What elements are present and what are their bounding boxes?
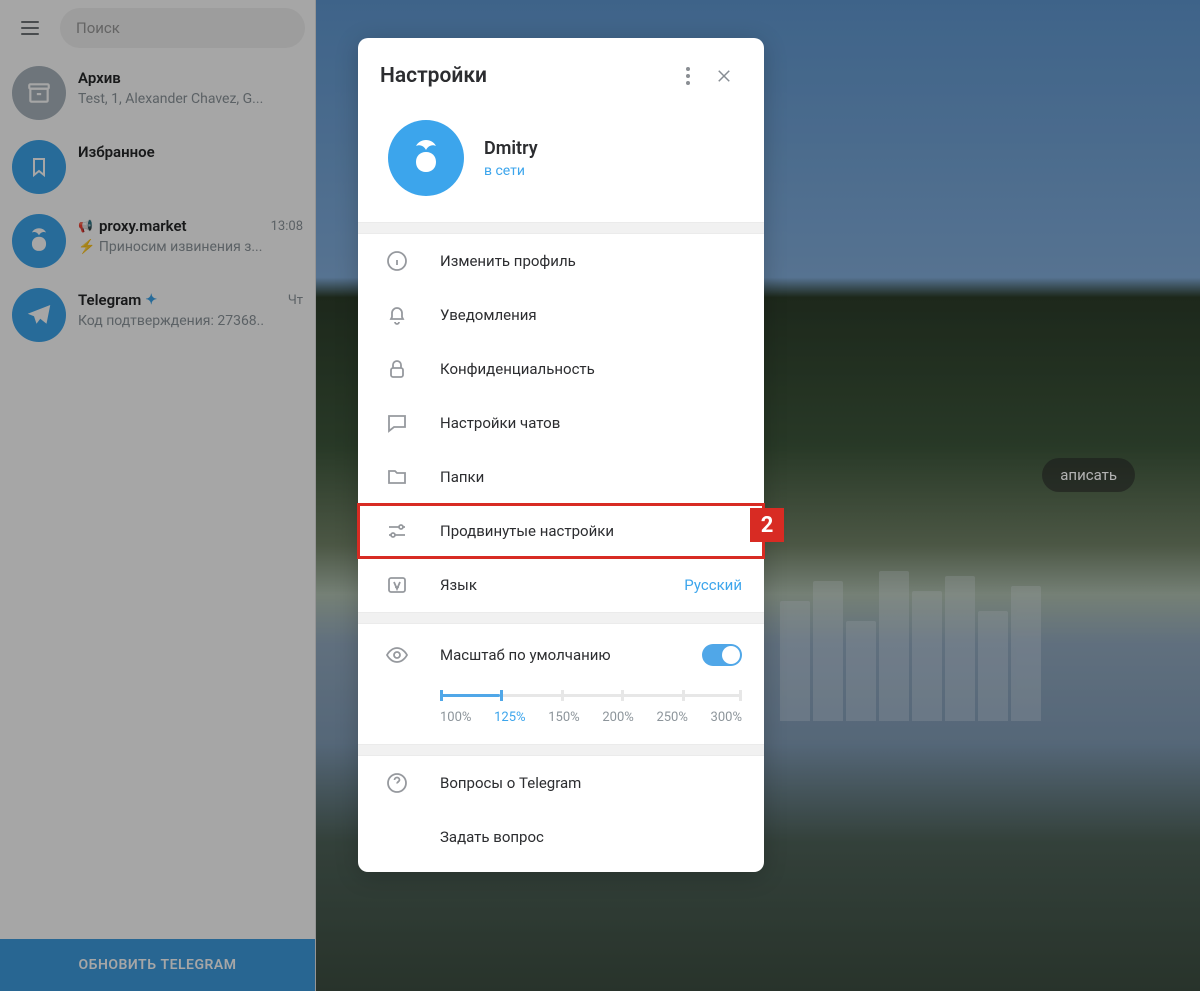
- settings-item-chat-settings[interactable]: Настройки чатов: [358, 396, 764, 450]
- chat-name: 📢proxy.market: [78, 217, 187, 235]
- verified-icon: ✦: [145, 292, 157, 308]
- chat-list: Архив Test, 1, Alexander Chavez, G... Из…: [0, 56, 315, 939]
- lock-icon: [384, 356, 410, 382]
- close-icon: [715, 67, 733, 85]
- chat-item-telegram[interactable]: Telegram ✦ Чт Код подтверждения: 27368..: [0, 278, 315, 352]
- profile-status: в сети: [484, 163, 538, 179]
- chat-icon: [384, 410, 410, 436]
- scale-toggle[interactable]: [702, 644, 742, 666]
- chat-item-archive[interactable]: Архив Test, 1, Alexander Chavez, G...: [0, 56, 315, 130]
- background-image: [780, 561, 1200, 721]
- search-placeholder: Поиск: [76, 19, 120, 37]
- separator: [358, 222, 764, 234]
- sidebar: Поиск Архив Test, 1, Alexander Chavez, G…: [0, 0, 316, 991]
- bookmark-icon: [12, 140, 66, 194]
- language-icon: [384, 572, 410, 598]
- info-icon: [384, 248, 410, 274]
- megaphone-icon: 📢: [78, 219, 93, 233]
- folder-icon: [384, 464, 410, 490]
- scale-slider[interactable]: 100% 125% 150% 200% 250% 300%: [440, 688, 742, 728]
- chat-item-saved[interactable]: Избранное: [0, 130, 315, 204]
- settings-item-ask[interactable]: Задать вопрос: [358, 810, 764, 864]
- settings-item-faq[interactable]: Вопросы о Telegram: [358, 756, 764, 810]
- profile-row[interactable]: Dmitry в сети: [358, 102, 764, 222]
- settings-item-notifications[interactable]: Уведомления: [358, 288, 764, 342]
- scale-labels: 100% 125% 150% 200% 250% 300%: [440, 710, 742, 725]
- update-button[interactable]: ОБНОВИТЬ TELEGRAM: [0, 939, 315, 991]
- settings-item-folders[interactable]: Папки: [358, 450, 764, 504]
- more-button[interactable]: [670, 58, 706, 94]
- chat-preview: ⚡ Приносим извинения з...: [78, 239, 303, 255]
- chat-time: Чт: [288, 293, 303, 308]
- language-value: Русский: [684, 576, 742, 594]
- sliders-icon: [384, 518, 410, 544]
- chat-item-proxy[interactable]: 📢proxy.market 13:08 ⚡ Приносим извинения…: [0, 204, 315, 278]
- profile-name: Dmitry: [484, 138, 538, 159]
- chat-name: Telegram ✦: [78, 291, 157, 309]
- avatar-icon: [12, 214, 66, 268]
- chat-time: 13:08: [271, 219, 303, 234]
- annotation-badge: 2: [750, 508, 784, 542]
- modal-title: Настройки: [380, 64, 670, 88]
- profile-avatar: [388, 120, 464, 196]
- kebab-icon: [686, 67, 690, 85]
- search-input[interactable]: Поиск: [60, 8, 305, 48]
- hamburger-icon: [21, 21, 39, 35]
- telegram-icon: [12, 288, 66, 342]
- chat-preview: Код подтверждения: 27368..: [78, 313, 303, 329]
- bell-icon: [384, 302, 410, 328]
- close-button[interactable]: [706, 58, 742, 94]
- chat-name: Избранное: [78, 143, 155, 161]
- scale-label: Масштаб по умолчанию: [440, 646, 672, 664]
- settings-item-advanced[interactable]: Продвинутые настройки 2: [358, 504, 764, 558]
- question-icon: [384, 770, 410, 796]
- settings-item-edit-profile[interactable]: Изменить профиль: [358, 234, 764, 288]
- menu-button[interactable]: [10, 8, 50, 48]
- eye-icon: [384, 642, 410, 668]
- separator: [358, 612, 764, 624]
- settings-modal: Настройки Dmitry в сети Изменить профиль…: [358, 38, 764, 872]
- chat-preview: Test, 1, Alexander Chavez, G...: [78, 91, 303, 107]
- archive-icon: [12, 66, 66, 120]
- separator: [358, 744, 764, 756]
- settings-item-language[interactable]: Язык Русский: [358, 558, 764, 612]
- chat-name: Архив: [78, 69, 121, 87]
- settings-item-privacy[interactable]: Конфиденциальность: [358, 342, 764, 396]
- background-pill: аписать: [1042, 458, 1135, 492]
